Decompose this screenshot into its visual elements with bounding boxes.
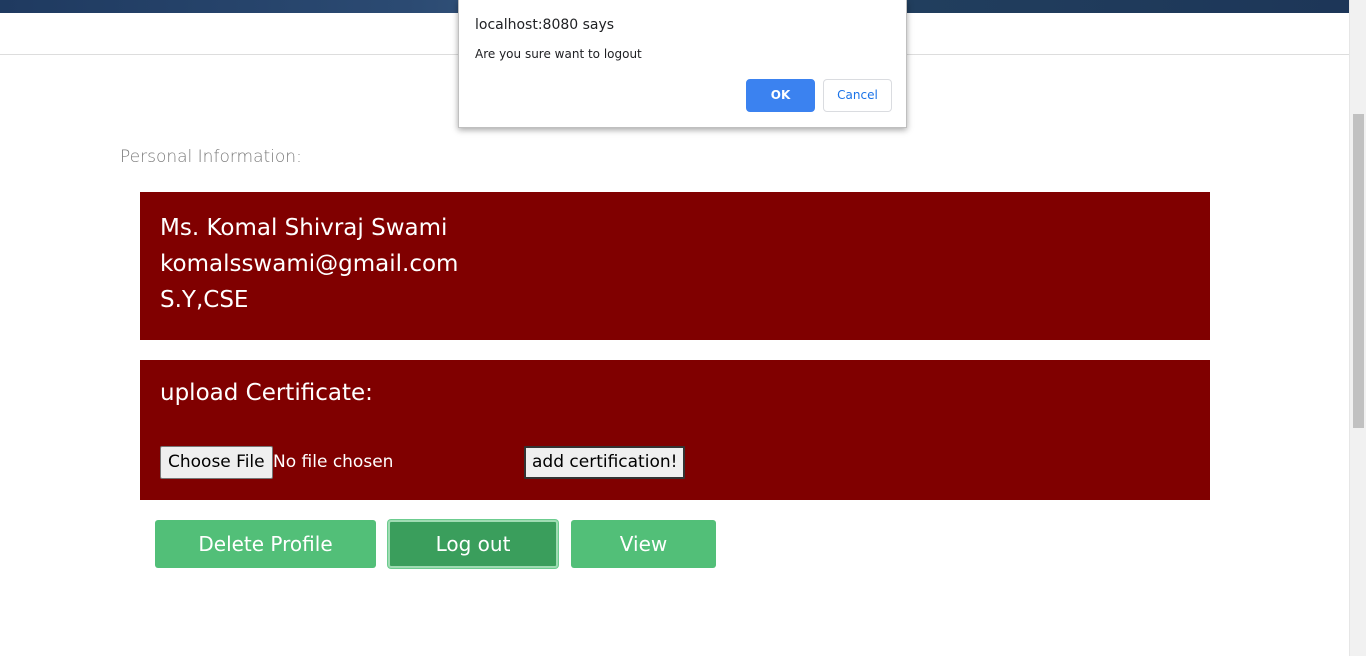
upload-certificate-heading: upload Certificate: — [160, 380, 373, 406]
dialog-cancel-button[interactable]: Cancel — [823, 79, 892, 112]
delete-profile-button[interactable]: Delete Profile — [155, 520, 376, 568]
vertical-scrollbar[interactable] — [1349, 0, 1366, 656]
file-status-text: No file chosen — [273, 452, 394, 472]
logout-button[interactable]: Log out — [388, 520, 558, 568]
student-class: S.Y,CSE — [160, 287, 249, 313]
view-button[interactable]: View — [571, 520, 716, 568]
student-name: Ms. Komal Shivraj Swami — [160, 215, 448, 241]
personal-info-panel: Ms. Komal Shivraj Swami komalsswami@gmai… — [140, 192, 1210, 340]
logout-confirm-dialog: localhost:8080 says Are you sure want to… — [458, 0, 907, 128]
dialog-ok-button[interactable]: OK — [746, 79, 815, 112]
dialog-message: Are you sure want to logout — [475, 47, 642, 61]
student-email: komalsswami@gmail.com — [160, 251, 459, 277]
choose-file-button[interactable]: Choose File — [160, 446, 273, 479]
upload-certificate-panel: upload Certificate: Choose File No file … — [140, 360, 1210, 500]
add-certification-button[interactable]: add certification! — [524, 446, 686, 479]
page: Personal Information: Ms. Komal Shivraj … — [0, 0, 1366, 656]
dialog-title: localhost:8080 says — [475, 17, 615, 33]
personal-info-heading: Personal Information: — [120, 147, 302, 167]
scrollbar-thumb[interactable] — [1353, 114, 1364, 428]
